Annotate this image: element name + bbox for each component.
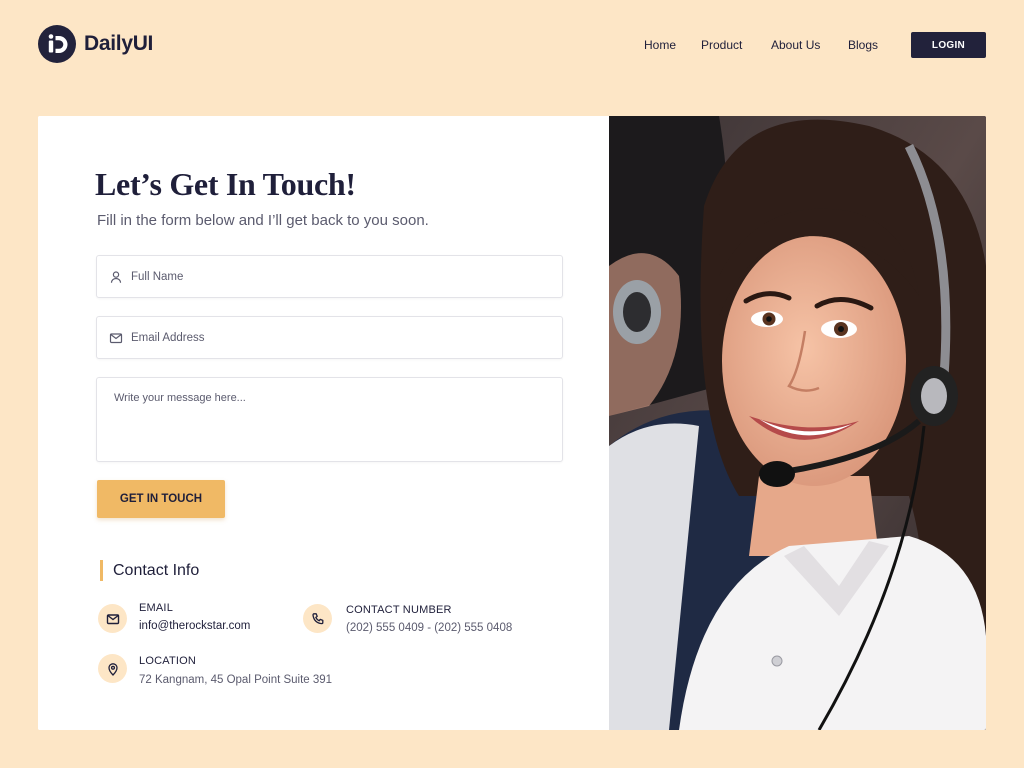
nav-home[interactable]: Home — [644, 38, 676, 52]
nav-about-us[interactable]: About Us — [771, 38, 820, 52]
get-in-touch-button[interactable]: GET IN TOUCH — [97, 480, 225, 518]
full-name-placeholder: Full Name — [131, 270, 184, 283]
brand-name: DailyUI — [84, 32, 154, 55]
brand-logo[interactable]: DailyUI — [38, 25, 153, 63]
form-panel: Let’s Get In Touch! Fill in the form bel… — [38, 116, 609, 730]
message-textarea[interactable]: Write your message here... — [96, 377, 563, 462]
location-value: 72 Kangnam, 45 Opal Point Suite 391 — [139, 674, 333, 686]
contact-info-heading: Contact Info — [100, 560, 199, 581]
email-input[interactable]: Email Address — [96, 316, 563, 359]
page-title: Let’s Get In Touch! — [95, 166, 356, 202]
full-name-input[interactable]: Full Name — [96, 255, 563, 298]
contact-card: Let’s Get In Touch! Fill in the form bel… — [38, 116, 986, 730]
location-label: LOCATION — [139, 655, 197, 667]
page-subtitle: Fill in the form below and I’ll get back… — [97, 212, 429, 229]
message-placeholder: Write your message here... — [114, 392, 246, 404]
logo-d-icon — [38, 25, 76, 63]
support-agent-photo — [609, 116, 986, 730]
phone-value[interactable]: (202) 555 0409 - (202) 555 0408 — [346, 622, 512, 634]
login-button[interactable]: LOGIN — [911, 32, 986, 58]
email-label: EMAIL — [139, 602, 174, 614]
email-value[interactable]: info@therockstar.com — [139, 620, 250, 632]
email-placeholder: Email Address — [131, 331, 205, 344]
phone-icon — [303, 604, 332, 633]
user-icon — [109, 270, 123, 284]
phone-label: CONTACT NUMBER — [346, 604, 452, 616]
nav-product[interactable]: Product — [701, 38, 742, 52]
nav-blogs[interactable]: Blogs — [848, 38, 878, 52]
mail-icon — [98, 604, 127, 633]
map-pin-icon — [98, 654, 127, 683]
mail-icon — [109, 331, 123, 345]
